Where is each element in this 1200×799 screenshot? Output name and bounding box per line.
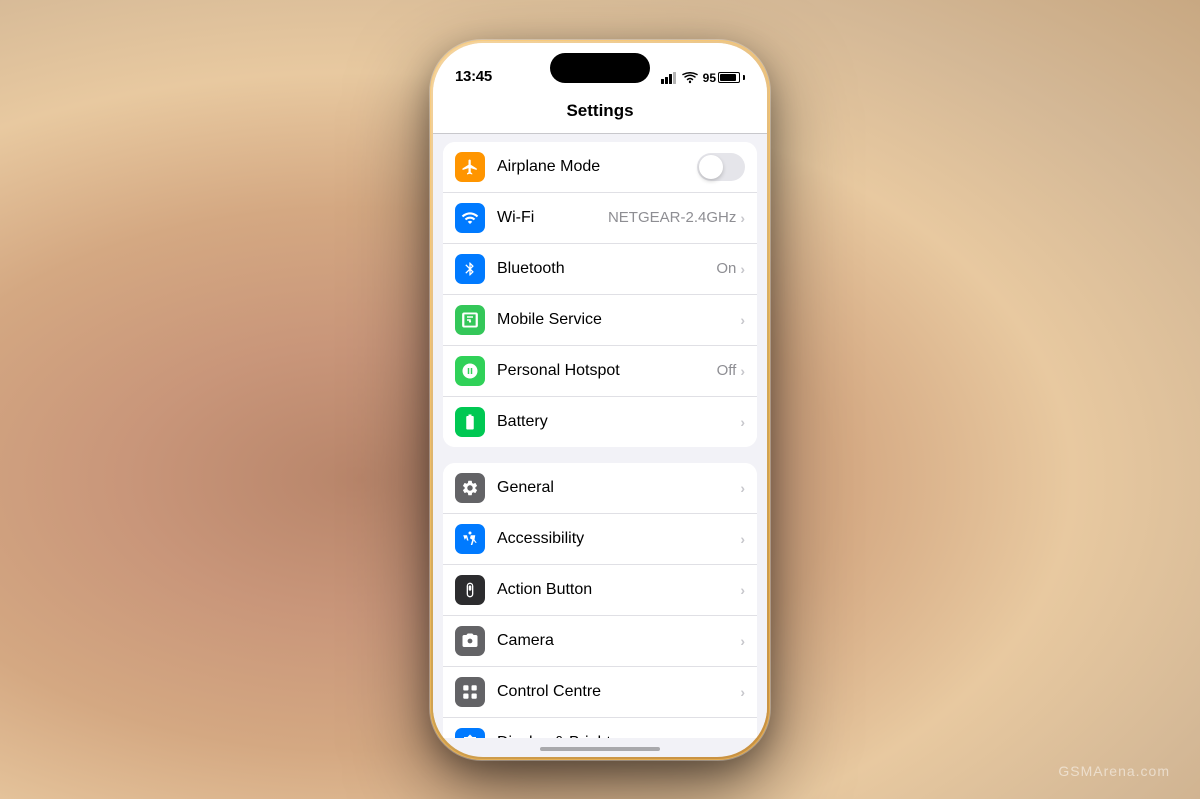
display-brightness-row[interactable]: Display & Brightness › bbox=[443, 718, 757, 738]
airplane-mode-label: Airplane Mode bbox=[497, 158, 697, 176]
settings-title: Settings bbox=[566, 101, 633, 120]
status-time: 13:45 bbox=[455, 68, 492, 85]
display-svg bbox=[461, 734, 479, 738]
personal-hotspot-label: Personal Hotspot bbox=[497, 362, 717, 380]
phone-screen: 13:45 bbox=[433, 43, 767, 757]
mobile-service-label: Mobile Service bbox=[497, 311, 740, 329]
wifi-label: Wi-Fi bbox=[497, 209, 608, 227]
control-svg bbox=[461, 683, 479, 701]
settings-content[interactable]: Airplane Mode Wi bbox=[433, 134, 767, 738]
signal-icon bbox=[661, 72, 677, 84]
general-label: General bbox=[497, 479, 740, 497]
wifi-status-icon bbox=[682, 72, 698, 84]
connectivity-group: Airplane Mode Wi bbox=[433, 142, 767, 447]
action-button-label: Action Button bbox=[497, 581, 740, 599]
home-indicator bbox=[540, 747, 660, 751]
connectivity-group-inner: Airplane Mode Wi bbox=[443, 142, 757, 447]
airplane-mode-icon bbox=[455, 152, 485, 182]
battery-svg bbox=[461, 413, 479, 431]
battery-row[interactable]: Battery › bbox=[443, 397, 757, 447]
action-button-row[interactable]: Action Button › bbox=[443, 565, 757, 616]
mobile-svg bbox=[461, 311, 479, 329]
control-centre-row[interactable]: Control Centre › bbox=[443, 667, 757, 718]
accessibility-svg bbox=[461, 530, 479, 548]
accessibility-label: Accessibility bbox=[497, 530, 740, 548]
airplane-svg bbox=[461, 158, 479, 176]
wifi-row[interactable]: Wi-Fi NETGEAR-2.4GHz › bbox=[443, 193, 757, 244]
accessibility-chevron: › bbox=[740, 531, 745, 547]
bluetooth-label: Bluetooth bbox=[497, 260, 716, 278]
battery-status-icon: 95 bbox=[703, 71, 745, 85]
general-icon bbox=[455, 473, 485, 503]
mobile-service-icon bbox=[455, 305, 485, 335]
display-brightness-chevron: › bbox=[740, 735, 745, 738]
section-gap-mid bbox=[433, 455, 767, 463]
control-centre-icon bbox=[455, 677, 485, 707]
device-group: General › Accessibility bbox=[433, 463, 767, 738]
hotspot-svg bbox=[461, 362, 479, 380]
battery-chevron: › bbox=[740, 414, 745, 430]
phone-frame: 13:45 bbox=[430, 40, 770, 760]
watermark: GSMArena.com bbox=[1058, 763, 1170, 779]
bluetooth-chevron: › bbox=[740, 261, 745, 277]
wifi-icon bbox=[455, 203, 485, 233]
action-button-chevron: › bbox=[740, 582, 745, 598]
camera-icon bbox=[455, 626, 485, 656]
personal-hotspot-value: Off bbox=[717, 362, 737, 379]
camera-label: Camera bbox=[497, 632, 740, 650]
settings-header: Settings bbox=[433, 93, 767, 134]
bluetooth-icon bbox=[455, 254, 485, 284]
wifi-svg bbox=[461, 209, 479, 227]
status-icons: 95 bbox=[661, 71, 745, 85]
wifi-chevron: › bbox=[740, 210, 745, 226]
dynamic-island bbox=[550, 53, 650, 83]
bluetooth-svg bbox=[462, 260, 478, 278]
camera-svg bbox=[461, 632, 479, 650]
battery-icon-wrap bbox=[455, 407, 485, 437]
airplane-mode-toggle-knob bbox=[699, 155, 723, 179]
display-brightness-label: Display & Brightness bbox=[497, 734, 740, 738]
bluetooth-value: On bbox=[716, 260, 736, 277]
control-centre-label: Control Centre bbox=[497, 683, 740, 701]
general-row[interactable]: General › bbox=[443, 463, 757, 514]
display-icon bbox=[455, 728, 485, 738]
personal-hotspot-row[interactable]: Personal Hotspot Off › bbox=[443, 346, 757, 397]
mobile-service-row[interactable]: Mobile Service › bbox=[443, 295, 757, 346]
camera-row[interactable]: Camera › bbox=[443, 616, 757, 667]
control-centre-chevron: › bbox=[740, 684, 745, 700]
battery-percent: 95 bbox=[703, 71, 716, 85]
gear-svg bbox=[461, 479, 479, 497]
section-gap-top bbox=[433, 134, 767, 142]
airplane-mode-toggle[interactable] bbox=[697, 153, 745, 181]
status-bar: 13:45 bbox=[433, 43, 767, 93]
airplane-mode-row[interactable]: Airplane Mode bbox=[443, 142, 757, 193]
personal-hotspot-chevron: › bbox=[740, 363, 745, 379]
battery-label: Battery bbox=[497, 413, 740, 431]
action-button-icon bbox=[455, 575, 485, 605]
mobile-service-chevron: › bbox=[740, 312, 745, 328]
accessibility-icon bbox=[455, 524, 485, 554]
action-svg bbox=[462, 581, 478, 599]
wifi-value: NETGEAR-2.4GHz bbox=[608, 209, 736, 226]
bluetooth-row[interactable]: Bluetooth On › bbox=[443, 244, 757, 295]
camera-chevron: › bbox=[740, 633, 745, 649]
accessibility-row[interactable]: Accessibility › bbox=[443, 514, 757, 565]
device-group-inner: General › Accessibility bbox=[443, 463, 757, 738]
general-chevron: › bbox=[740, 480, 745, 496]
personal-hotspot-icon bbox=[455, 356, 485, 386]
phone-wrapper: 13:45 bbox=[430, 40, 770, 760]
